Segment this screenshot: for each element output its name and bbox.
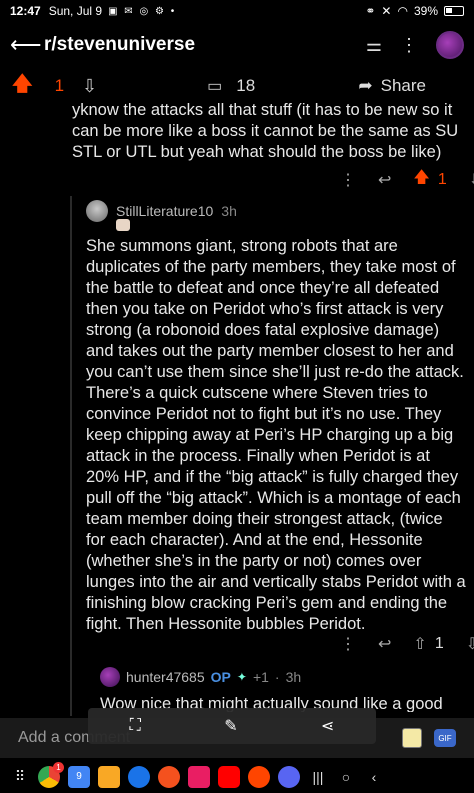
chrome-icon[interactable]: 1 — [38, 761, 64, 788]
battery-percent: 39% — [413, 4, 438, 18]
floating-toolbar: ⛶ ✎ ⋖ — [88, 708, 376, 744]
app-drawer-icon[interactable]: ⠿ — [10, 768, 30, 785]
more-options-icon[interactable]: ⋮ — [400, 35, 418, 56]
comment-count: 18 — [236, 76, 256, 95]
reply2-time: 3h — [285, 669, 302, 685]
app-header: ⟵ r/stevenuniverse ⚌ ⋮ — [0, 22, 474, 68]
messages-icon[interactable] — [128, 765, 150, 788]
camera-icon[interactable] — [188, 765, 210, 788]
reply-username[interactable]: StillLiterature10 — [116, 203, 213, 219]
avatar[interactable] — [100, 667, 120, 687]
user-flair-icon — [116, 219, 130, 231]
home-button[interactable]: ○ — [336, 769, 356, 785]
reply-vote-count: 1 — [434, 635, 444, 652]
scan-icon[interactable]: ⛶ — [130, 717, 141, 735]
subreddit-title[interactable]: r/stevenuniverse — [44, 34, 195, 56]
gif-icon[interactable]: GIF — [434, 729, 456, 747]
downvote-icon[interactable]: ⇩ — [469, 170, 474, 190]
parent-comment-text: yknow the attacks all that stuff (it has… — [72, 101, 459, 161]
reply2-award: +1 — [252, 669, 269, 685]
reply2-username[interactable]: hunter47685 — [126, 669, 205, 685]
separator-dot: · — [274, 669, 280, 685]
award-icon: ✦ — [236, 670, 247, 684]
downvote-icon[interactable]: ⇩ — [82, 76, 97, 97]
reply-header: StillLiterature10 3h — [86, 200, 237, 222]
user-avatar[interactable] — [436, 31, 464, 59]
youtube-icon[interactable] — [218, 765, 240, 788]
share-label: Share — [380, 76, 426, 95]
discord-icon[interactable] — [278, 765, 300, 788]
more-options-icon[interactable]: ⋮ — [340, 634, 356, 654]
folder-icon[interactable] — [98, 765, 120, 788]
share-icon: ➦ — [358, 76, 373, 95]
reddit-icon[interactable] — [248, 765, 270, 788]
battery-icon — [444, 6, 464, 16]
share-icon[interactable]: ⋖ — [321, 716, 334, 736]
op-badge: OP — [210, 669, 231, 685]
navigation-dock: ⠿ 1 9 ||| ○ ‹ — [0, 760, 474, 793]
comment-bubble-icon[interactable]: ▭ — [207, 76, 222, 96]
mute-icon: ✕ — [381, 4, 392, 18]
edit-icon[interactable]: ✎ — [224, 716, 237, 736]
reply2-header: hunter47685 OP ✦ +1 · 3h — [100, 667, 301, 687]
back-button[interactable]: ‹ — [364, 769, 384, 785]
wifi-icon: ◠ — [397, 4, 408, 18]
contacts-icon[interactable] — [158, 765, 180, 788]
parent-comment-actions: ⋮ ↩ 🡅 1 ⇩ — [340, 166, 474, 193]
upvote-icon[interactable]: 🡅 — [12, 69, 33, 103]
reply-icon[interactable]: ↩ — [378, 170, 391, 190]
image-attach-icon[interactable] — [402, 728, 422, 748]
avatar[interactable] — [86, 200, 108, 222]
more-options-icon[interactable]: ⋮ — [340, 170, 356, 190]
link-icon: ⚭ — [365, 4, 376, 18]
upvote-icon[interactable]: ⇧ — [413, 634, 426, 654]
downvote-icon[interactable]: ⇩ — [466, 634, 474, 654]
share-button[interactable]: ➦ Share — [358, 76, 426, 96]
thread-line — [70, 196, 72, 716]
post-action-row: 🡅 1 ⇩ ▭ 18 ➦ Share — [0, 72, 474, 100]
notification-badge: 1 — [53, 761, 64, 773]
upvote-icon[interactable]: 🡅 — [413, 166, 429, 193]
notification-icons: ▣ ✉ ◎ ⚙ • — [108, 5, 177, 17]
recents-button[interactable]: ||| — [308, 769, 328, 785]
reply-time: 3h — [221, 203, 237, 219]
reply-actions: ⋮ ↩ ⇧ 1 ⇩ — [340, 634, 474, 654]
sort-icon[interactable]: ⚌ — [366, 35, 382, 56]
calendar-icon[interactable]: 9 — [68, 765, 90, 788]
status-bar: 12:47 Sun, Jul 9 ▣ ✉ ◎ ⚙ • ⚭ ✕ ◠ 39% — [0, 0, 474, 22]
status-time: 12:47 — [10, 4, 41, 18]
parent-vote-count: 1 — [437, 170, 447, 188]
post-vote-count: 1 — [54, 76, 65, 95]
reply-body: She summons giant, strong robots that ar… — [86, 237, 466, 633]
status-date: Sun, Jul 9 — [48, 4, 103, 18]
reply-icon[interactable]: ↩ — [378, 634, 391, 654]
back-arrow-icon[interactable]: ⟵ — [10, 32, 44, 58]
